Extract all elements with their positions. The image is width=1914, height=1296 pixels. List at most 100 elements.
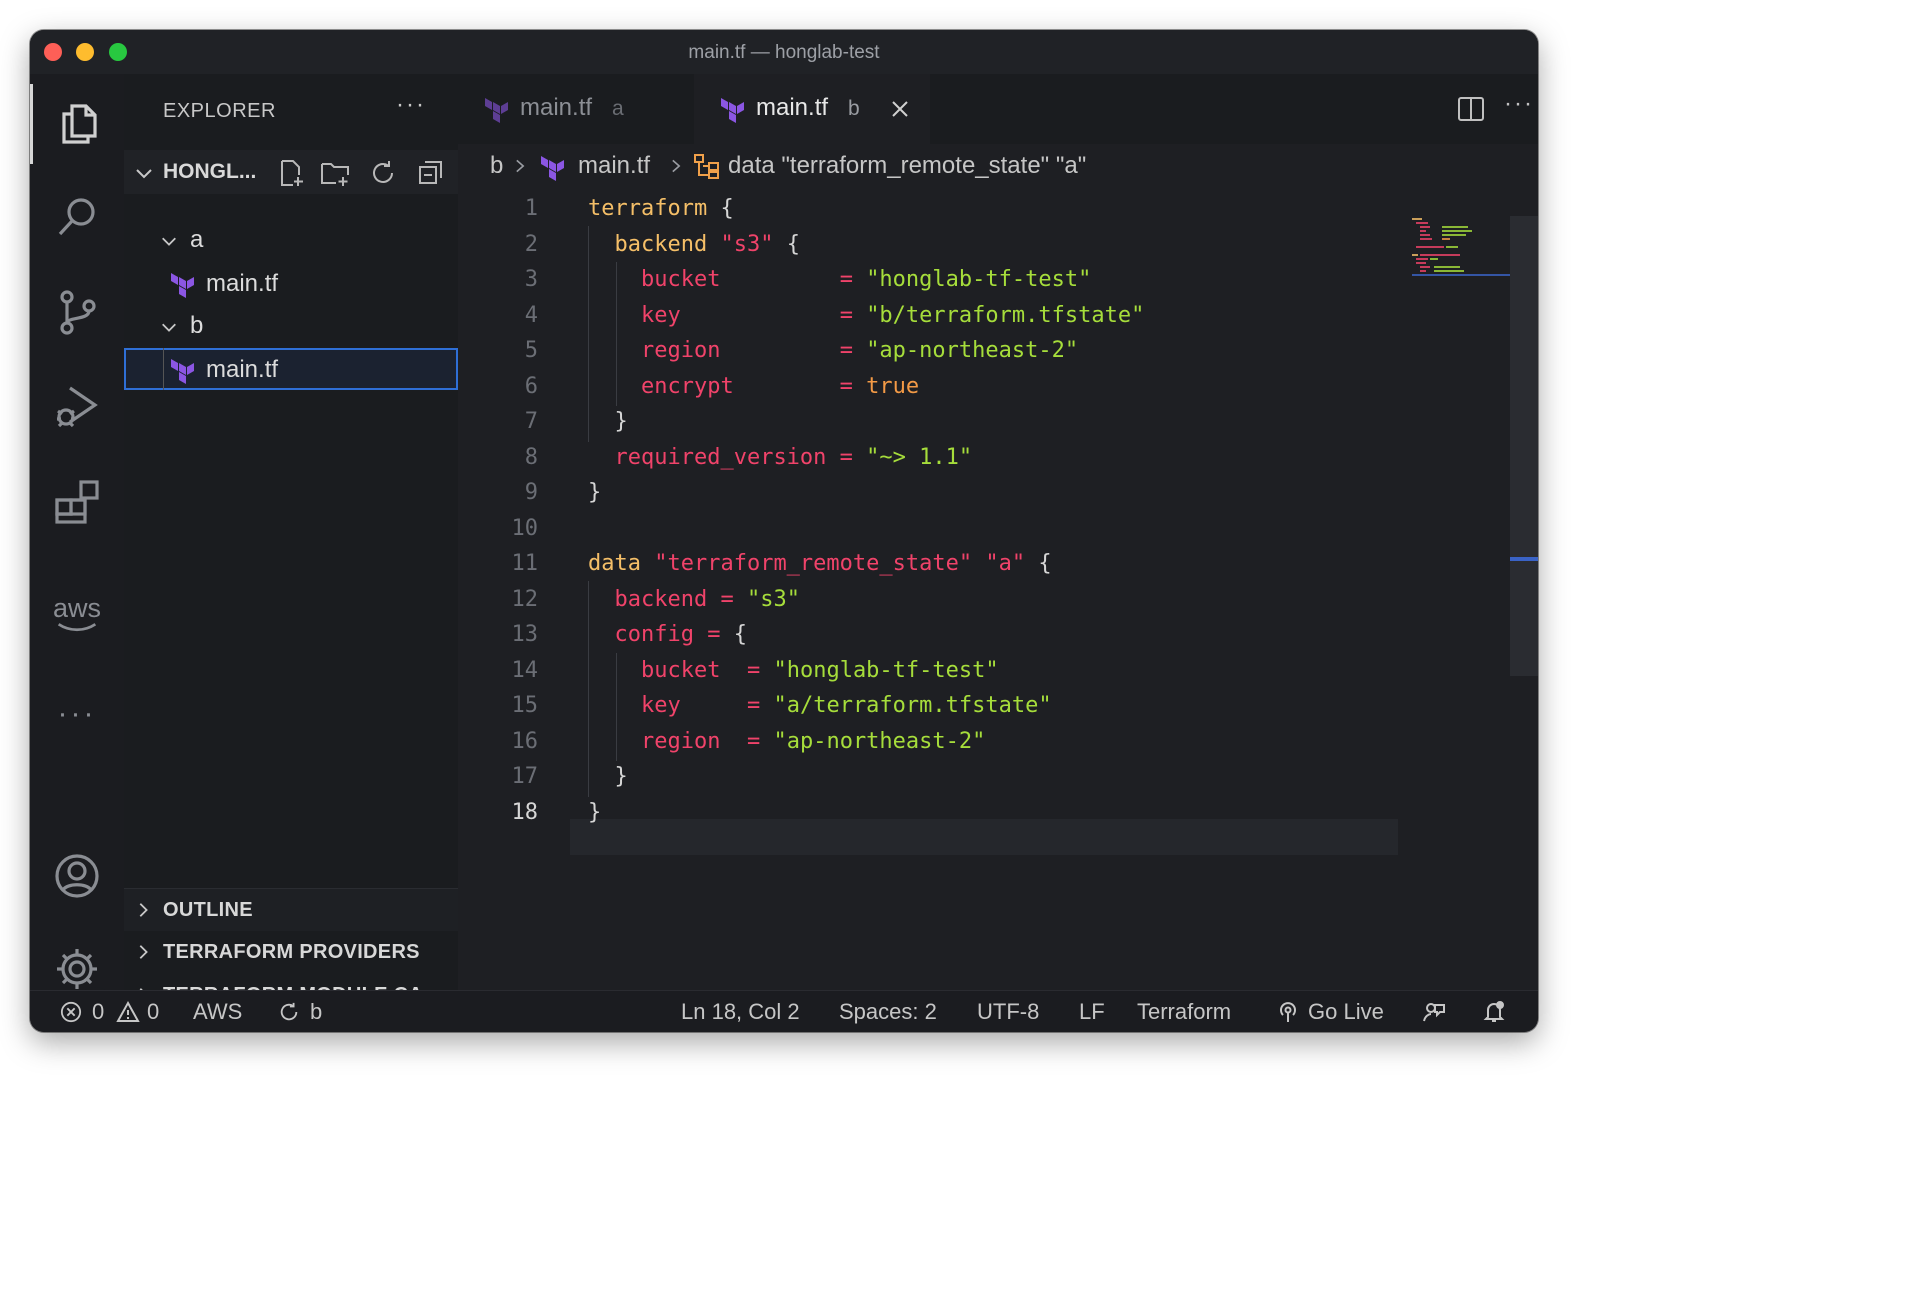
minimap[interactable] — [1412, 216, 1510, 276]
code-token: backend — [614, 231, 708, 257]
code-line[interactable]: 13 config = { — [458, 617, 1458, 653]
scrollbar-cursor-marker — [1510, 557, 1538, 561]
code-line[interactable]: 16 region = "ap-northeast-2" — [458, 724, 1458, 760]
code-token: key — [640, 302, 681, 328]
code-token: encrypt — [640, 373, 734, 399]
code-line[interactable]: 1 terraform { — [458, 191, 1458, 227]
chevron-right-icon — [139, 945, 148, 959]
breadcrumb-symbol[interactable]: data "terraform_remote_state" "a" — [728, 152, 1086, 180]
split-editor-icon[interactable] — [1456, 94, 1486, 124]
file-a-main-tf[interactable]: main.tf — [206, 270, 278, 298]
code-line[interactable]: 9} — [458, 475, 1458, 511]
code-line[interactable]: 5 region = "ap-northeast-2" — [458, 333, 1458, 369]
explorer-sidebar: EXPLORER ··· HONGL... a main.tf b main.t… — [124, 74, 458, 1006]
code-line[interactable]: 12 backend = "s3" — [458, 582, 1458, 618]
file-b-main-tf[interactable]: main.tf — [206, 356, 278, 384]
chevron-right-icon — [516, 159, 525, 173]
branch-status[interactable]: b — [310, 999, 322, 1025]
feedback-icon[interactable] — [1422, 1000, 1446, 1024]
go-live-button[interactable]: Go Live — [1308, 999, 1384, 1025]
code-token: } — [588, 764, 628, 789]
code-line[interactable]: 18} — [458, 795, 1458, 831]
accounts-activity[interactable] — [30, 836, 124, 916]
code-line[interactable]: 15 key = "a/terraform.tfstate" — [458, 688, 1458, 724]
language-mode[interactable]: Terraform — [1137, 999, 1231, 1025]
code-line[interactable]: 10 — [458, 511, 1458, 547]
breadcrumb-file[interactable]: main.tf — [578, 152, 650, 180]
terraform-providers-panel-header[interactable]: TERRAFORM PROVIDERS — [124, 931, 458, 973]
code-token: } — [588, 480, 602, 505]
new-folder-icon[interactable] — [320, 158, 350, 188]
line-number: 10 — [511, 515, 539, 541]
folder-b-label[interactable]: b — [190, 312, 203, 340]
run-debug-activity[interactable] — [30, 367, 124, 447]
tab-main-tf-a[interactable]: main.tf a — [458, 74, 694, 144]
editor-more-actions[interactable]: ··· — [1504, 90, 1534, 118]
source-control-icon — [60, 290, 96, 335]
more-activity[interactable]: ··· — [30, 674, 124, 754]
cursor-position[interactable]: Ln 18, Col 2 — [681, 999, 800, 1025]
vertical-scrollbar[interactable] — [1510, 216, 1538, 676]
aws-status[interactable]: AWS — [193, 999, 242, 1025]
warning-count[interactable]: 0 — [147, 999, 159, 1025]
code-line[interactable]: 4 key = "b/terraform.tfstate" — [458, 298, 1458, 334]
encoding-status[interactable]: UTF-8 — [977, 999, 1039, 1025]
code-token: backend — [614, 586, 708, 612]
source-control-activity[interactable] — [30, 272, 124, 352]
code-token: = — [839, 373, 853, 399]
outline-panel-header[interactable]: OUTLINE — [124, 888, 458, 931]
code-line[interactable]: 2 backend "s3" { — [458, 227, 1458, 263]
folder-a-label[interactable]: a — [190, 226, 203, 254]
eol-status[interactable]: LF — [1079, 999, 1105, 1025]
tab-main-tf-b[interactable]: main.tf b — [694, 74, 930, 144]
project-folder-row[interactable]: HONGL... — [124, 150, 458, 194]
code-line[interactable]: 7 } — [458, 404, 1458, 440]
code-text: config = { — [588, 617, 747, 653]
code-line[interactable]: 14 bucket = "honglab-tf-test" — [458, 653, 1458, 689]
new-file-icon[interactable] — [276, 158, 306, 188]
breadcrumb-folder[interactable]: b — [490, 152, 503, 180]
code-token: = — [746, 728, 761, 754]
line-number: 14 — [511, 657, 539, 683]
error-count[interactable]: 0 — [92, 999, 104, 1025]
refresh-icon[interactable] — [368, 158, 398, 188]
code-token: "a/terraform.tfstate" — [773, 693, 1052, 718]
code-line[interactable]: 8 required_version = "~> 1.1" — [458, 440, 1458, 476]
extensions-activity[interactable] — [30, 462, 124, 542]
close-tab-icon[interactable] — [890, 99, 910, 119]
code-token: "~> 1.1" — [866, 444, 973, 470]
collapse-all-icon[interactable] — [416, 158, 446, 188]
code-text: region = "ap-northeast-2" — [588, 333, 1078, 369]
terraform-providers-label: TERRAFORM PROVIDERS — [163, 941, 420, 963]
code-line[interactable]: 3 bucket = "honglab-tf-test" — [458, 262, 1458, 298]
line-number: 5 — [524, 338, 538, 363]
code-line[interactable]: 17 } — [458, 759, 1458, 795]
indentation-status[interactable]: Spaces: 2 — [839, 999, 937, 1025]
chevron-right-icon — [672, 159, 681, 173]
notifications-bell-icon[interactable] — [1482, 1000, 1506, 1024]
code-text: } — [588, 475, 601, 511]
aws-activity[interactable]: aws — [30, 574, 124, 654]
explorer-activity[interactable] — [30, 84, 124, 164]
search-icon — [58, 198, 95, 236]
code-token: = — [707, 622, 721, 647]
explorer-more-button[interactable]: ··· — [396, 91, 426, 119]
code-token: config — [614, 622, 694, 647]
error-icon — [60, 1001, 82, 1023]
code-line[interactable]: 11 data "terraform_remote_state" "a" { — [458, 546, 1458, 582]
code-line[interactable]: 6 encrypt = true — [458, 369, 1458, 405]
search-activity[interactable] — [30, 177, 124, 257]
line-number: 4 — [524, 302, 538, 328]
code-token: = — [746, 657, 761, 683]
code-token: = — [839, 338, 853, 363]
aws-smile-icon — [57, 623, 97, 632]
code-text: } — [588, 759, 628, 795]
